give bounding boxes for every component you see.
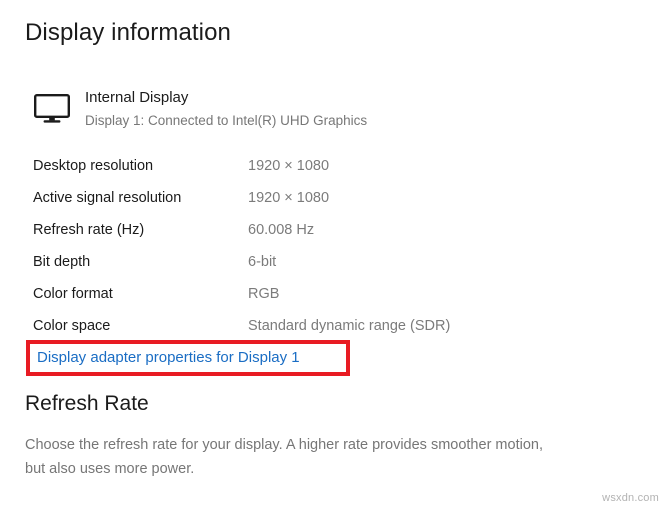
info-label: Active signal resolution bbox=[33, 190, 182, 206]
info-row: Color format RGB bbox=[0, 278, 669, 310]
monitor-icon bbox=[34, 94, 70, 124]
refresh-rate-description: Choose the refresh rate for your display… bbox=[25, 437, 543, 477]
display-adapter-properties-link[interactable]: Display adapter properties for Display 1 bbox=[37, 348, 300, 368]
info-label: Refresh rate (Hz) bbox=[33, 222, 145, 238]
refresh-rate-section-title: Refresh Rate bbox=[25, 392, 149, 415]
display-name: Internal Display bbox=[85, 89, 189, 106]
info-row: Bit depth 6-bit bbox=[0, 246, 669, 278]
watermark: wsxdn.com bbox=[602, 492, 659, 504]
info-value: 60.008 Hz bbox=[248, 222, 315, 238]
info-value: 1920 × 1080 bbox=[248, 190, 330, 206]
info-row: Active signal resolution 1920 × 1080 bbox=[0, 182, 669, 214]
info-label: Color format bbox=[33, 286, 113, 302]
info-value: Standard dynamic range (SDR) bbox=[248, 318, 451, 334]
info-label: Bit depth bbox=[33, 254, 91, 270]
info-row: Desktop resolution 1920 × 1080 bbox=[0, 150, 669, 182]
display-info-list: Desktop resolution 1920 × 1080 Active si… bbox=[0, 150, 669, 342]
display-subtitle: Display 1: Connected to Intel(R) UHD Gra… bbox=[85, 113, 368, 128]
info-label: Desktop resolution bbox=[33, 158, 154, 174]
info-row: Refresh rate (Hz) 60.008 Hz bbox=[0, 214, 669, 246]
info-value: RGB bbox=[248, 286, 280, 302]
info-label: Color space bbox=[33, 318, 111, 334]
display-header: Internal Display Display 1: Connected to… bbox=[34, 88, 594, 134]
display-settings-page: Display information Internal Display Dis… bbox=[0, 0, 669, 512]
info-row: Color space Standard dynamic range (SDR) bbox=[0, 310, 669, 342]
info-value: 6-bit bbox=[248, 254, 277, 270]
page-title: Display information bbox=[25, 19, 231, 46]
info-value: 1920 × 1080 bbox=[248, 158, 330, 174]
